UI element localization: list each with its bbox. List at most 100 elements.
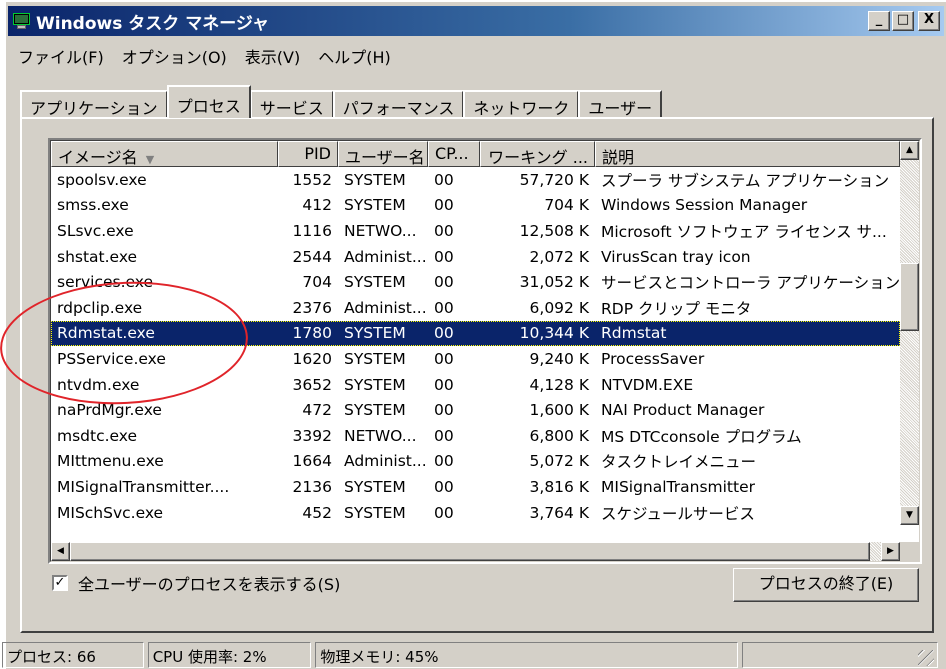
scroll-right-button[interactable]: ▶ [881, 542, 900, 561]
column-header-user-name[interactable]: ユーザー名 [338, 141, 428, 167]
cell-pid: 412 [302, 196, 332, 215]
cell-image-name: smss.exe [57, 196, 129, 215]
cell-cpu: 00 [434, 477, 454, 496]
cell-pid: 1780 [292, 324, 332, 343]
cell-working-set: 31,052 K [519, 273, 589, 292]
table-row[interactable]: services.exe 704 SYSTEM 00 31,052 K サービスとコントロ… [51, 269, 900, 295]
table-row[interactable]: rdpclip.exe 2376 Administ... 00 6,092 K RDP ク… [51, 295, 900, 321]
cell-cpu: 00 [434, 426, 454, 445]
cell-image-name: msdtc.exe [57, 426, 138, 445]
cell-cpu: 00 [434, 221, 454, 240]
cell-cpu: 00 [434, 503, 454, 522]
menu-help[interactable]: ヘルプ(H) [318, 42, 391, 68]
cell-working-set: 5,072 K [529, 452, 589, 471]
task-manager-icon [12, 11, 32, 31]
tab-applications[interactable]: アプリケーション [20, 90, 168, 118]
cell-pid: 1664 [292, 452, 332, 471]
column-header-description[interactable]: 説明 [595, 141, 900, 167]
cell-working-set: 12,508 K [519, 221, 589, 240]
table-row[interactable]: msdtc.exe 3392 NETWO... 00 6,800 K MS DTCcons… [51, 423, 900, 449]
tab-performance[interactable]: パフォーマンス [332, 90, 465, 118]
tab-processes[interactable]: プロセス [166, 85, 251, 118]
show-all-users-option[interactable]: ✓ 全ユーザーのプロセスを表示する(S) [52, 571, 340, 595]
column-header-working-set[interactable]: ワーキング ... [480, 141, 595, 167]
vertical-scroll-thumb[interactable] [900, 263, 919, 331]
cell-pid: 1116 [292, 221, 332, 240]
cell-user-name: Administ... [344, 247, 427, 266]
column-header-pid[interactable]: PID [278, 141, 338, 167]
cell-description: NAI Product Manager [601, 401, 765, 420]
cell-user-name: NETWO... [344, 221, 417, 240]
cell-working-set: 6,092 K [529, 298, 589, 317]
status-bar: プロセス: 66 CPU 使用率: 2% 物理メモリ: 45% [2, 642, 938, 668]
cell-cpu: 00 [434, 247, 454, 266]
table-row[interactable]: smss.exe 412 SYSTEM 00 704 K Windows Session … [51, 193, 900, 219]
tab-strip: アプリケーション プロセス サービス パフォーマンス ネットワーク ユーザー [20, 84, 663, 118]
cell-description: RDP クリップ モニタ [601, 299, 752, 318]
status-empty-pane [742, 642, 938, 668]
cell-user-name: SYSTEM [344, 401, 406, 420]
title-bar[interactable]: Windows タスク マネージャ _ □ X [8, 6, 944, 36]
status-physical-memory: 物理メモリ: 45% [315, 642, 739, 668]
cell-user-name: SYSTEM [344, 503, 406, 522]
process-list-header: イメージ名 ▼ PID ユーザー名 CP... ワーキング ... 説明 [51, 141, 900, 167]
scroll-left-button[interactable]: ◀ [51, 542, 70, 561]
cell-image-name: ntvdm.exe [57, 375, 140, 394]
cell-image-name: SLsvc.exe [57, 221, 134, 240]
scroll-down-button[interactable]: ▼ [900, 506, 919, 525]
cell-cpu: 00 [434, 298, 454, 317]
cell-pid: 1552 [292, 170, 332, 189]
process-rows: spoolsv.exe 1552 SYSTEM 00 57,720 K スプーラ サブシス… [51, 167, 900, 525]
maximize-button[interactable]: □ [892, 11, 914, 31]
table-row-selected[interactable]: Rdmstat.exe 1780 SYSTEM 00 10,344 K Rdmstat [51, 320, 900, 347]
menu-view[interactable]: 表示(V) [245, 42, 300, 68]
table-row[interactable]: SLsvc.exe 1116 NETWO... 00 12,508 K Microsoft… [51, 218, 900, 244]
cell-user-name: SYSTEM [344, 477, 406, 496]
horizontal-scrollbar[interactable]: ◀ ▶ [51, 542, 900, 561]
scroll-up-button[interactable]: ▲ [900, 141, 919, 160]
table-row[interactable]: MISignalTransmitter.... 2136 SYSTEM 00 3,816… [51, 474, 900, 500]
minimize-button[interactable]: _ [868, 11, 890, 31]
cell-description: サービスとコントローラ アプリケーション [601, 274, 900, 293]
menu-options[interactable]: オプション(O) [122, 42, 227, 68]
cell-cpu: 00 [434, 349, 454, 368]
cell-pid: 2376 [292, 298, 332, 317]
cell-user-name: SYSTEM [344, 324, 406, 343]
cell-description: VirusScan tray icon [601, 247, 751, 266]
cell-pid: 2136 [292, 477, 332, 496]
cell-description: Rdmstat [601, 324, 667, 343]
process-list[interactable]: イメージ名 ▼ PID ユーザー名 CP... ワーキング ... 説明 spoo… [48, 138, 922, 564]
table-row[interactable]: ntvdm.exe 3652 SYSTEM 00 4,128 K NTVDM.EXE [51, 372, 900, 398]
cell-description: ProcessSaver [601, 349, 705, 368]
cell-cpu: 00 [434, 401, 454, 420]
table-row[interactable]: MISchSvc.exe 452 SYSTEM 00 3,764 K スケジュールサービス [51, 500, 900, 526]
menu-file[interactable]: ファイル(F) [18, 42, 104, 68]
cell-description: NTVDM.EXE [601, 375, 694, 394]
cell-pid: 3392 [292, 426, 332, 445]
table-row[interactable]: MIttmenu.exe 1664 Administ... 00 5,072 K タスクト… [51, 449, 900, 475]
resize-grip-icon[interactable] [918, 650, 934, 666]
cell-user-name: SYSTEM [344, 375, 406, 394]
cell-working-set: 2,072 K [529, 247, 589, 266]
horizontal-scroll-thumb[interactable] [70, 542, 870, 561]
cell-image-name: services.exe [57, 273, 154, 292]
cell-cpu: 00 [434, 196, 454, 215]
cell-user-name: SYSTEM [344, 349, 406, 368]
table-row[interactable]: PSService.exe 1620 SYSTEM 00 9,240 K ProcessS… [51, 346, 900, 372]
cell-cpu: 00 [434, 452, 454, 471]
tab-services[interactable]: サービス [249, 90, 334, 118]
show-all-users-checkbox[interactable]: ✓ [52, 575, 68, 591]
cell-working-set: 3,764 K [529, 503, 589, 522]
window-title: Windows タスク マネージャ [36, 13, 269, 34]
column-header-cpu[interactable]: CP... [428, 141, 480, 167]
vertical-scrollbar[interactable]: ▲ ▼ [900, 141, 919, 525]
end-process-button[interactable]: プロセスの終了(E) [733, 568, 919, 602]
column-header-image-name[interactable]: イメージ名 ▼ [51, 141, 278, 167]
table-row[interactable]: shstat.exe 2544 Administ... 00 2,072 K VirusS… [51, 244, 900, 270]
table-row[interactable]: spoolsv.exe 1552 SYSTEM 00 57,720 K スプーラ サブシス… [51, 167, 900, 193]
close-button[interactable]: X [918, 11, 940, 31]
tab-network[interactable]: ネットワーク [463, 90, 580, 118]
cell-working-set: 704 K [544, 196, 589, 215]
tab-users[interactable]: ユーザー [578, 90, 663, 118]
table-row[interactable]: naPrdMgr.exe 472 SYSTEM 00 1,600 K NAI Produc… [51, 397, 900, 423]
